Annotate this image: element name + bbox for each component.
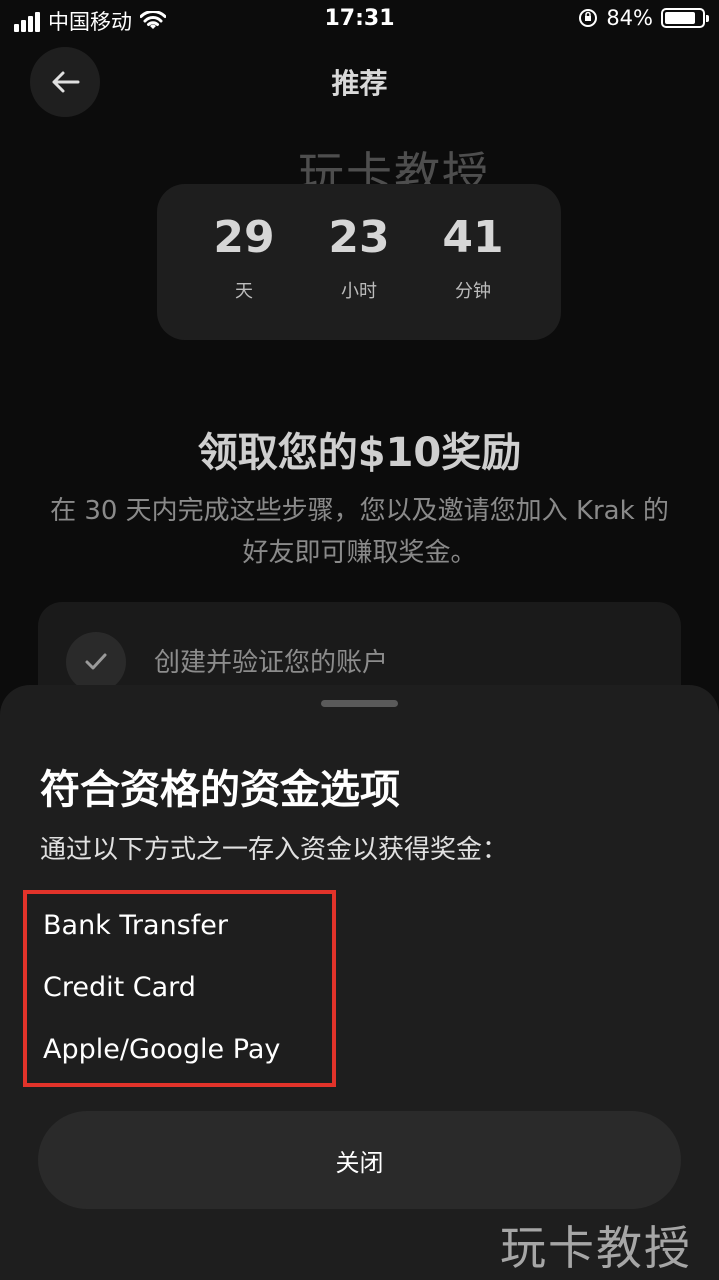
battery-percent: 84% <box>606 6 653 30</box>
sheet-subtitle: 通过以下方式之一存入资金以获得奖金： <box>40 835 509 865</box>
countdown-hours: 23 小时 <box>328 212 390 302</box>
reward-description: 在 30 天内完成这些步骤，您以及邀请您加入 Krak 的好友即可赚取奖金。 <box>50 496 669 568</box>
sheet-title: 符合资格的资金选项 <box>40 767 400 813</box>
countdown-minutes: 41 分钟 <box>442 212 504 302</box>
reward-title: 领取您的$10奖励 <box>197 430 522 476</box>
watermark-bottom: 玩卡教授 <box>500 1221 692 1275</box>
option-credit-card: Credit Card <box>43 972 196 1003</box>
check-icon <box>66 632 126 692</box>
option-bank-transfer: Bank Transfer <box>43 910 228 941</box>
highlighted-options-box: Bank Transfer Credit Card Apple/Google P… <box>23 890 336 1087</box>
countdown-days: 29 天 <box>213 212 275 302</box>
battery-icon <box>661 8 709 28</box>
countdown-timer: 29 天 23 小时 41 分钟 <box>157 184 561 340</box>
status-bar: 中国移动 17:31 84% <box>0 0 719 40</box>
option-apple-google-pay: Apple/Google Pay <box>43 1034 281 1065</box>
bottom-sheet: 符合资格的资金选项 通过以下方式之一存入资金以获得奖金： Bank Transf… <box>0 685 719 1280</box>
sheet-drag-handle[interactable] <box>321 700 398 707</box>
page-title: 推荐 <box>331 67 388 100</box>
orientation-lock-icon <box>579 9 598 27</box>
step-label: 创建并验证您的账户 <box>154 648 389 678</box>
close-button[interactable]: 关闭 <box>38 1111 681 1209</box>
